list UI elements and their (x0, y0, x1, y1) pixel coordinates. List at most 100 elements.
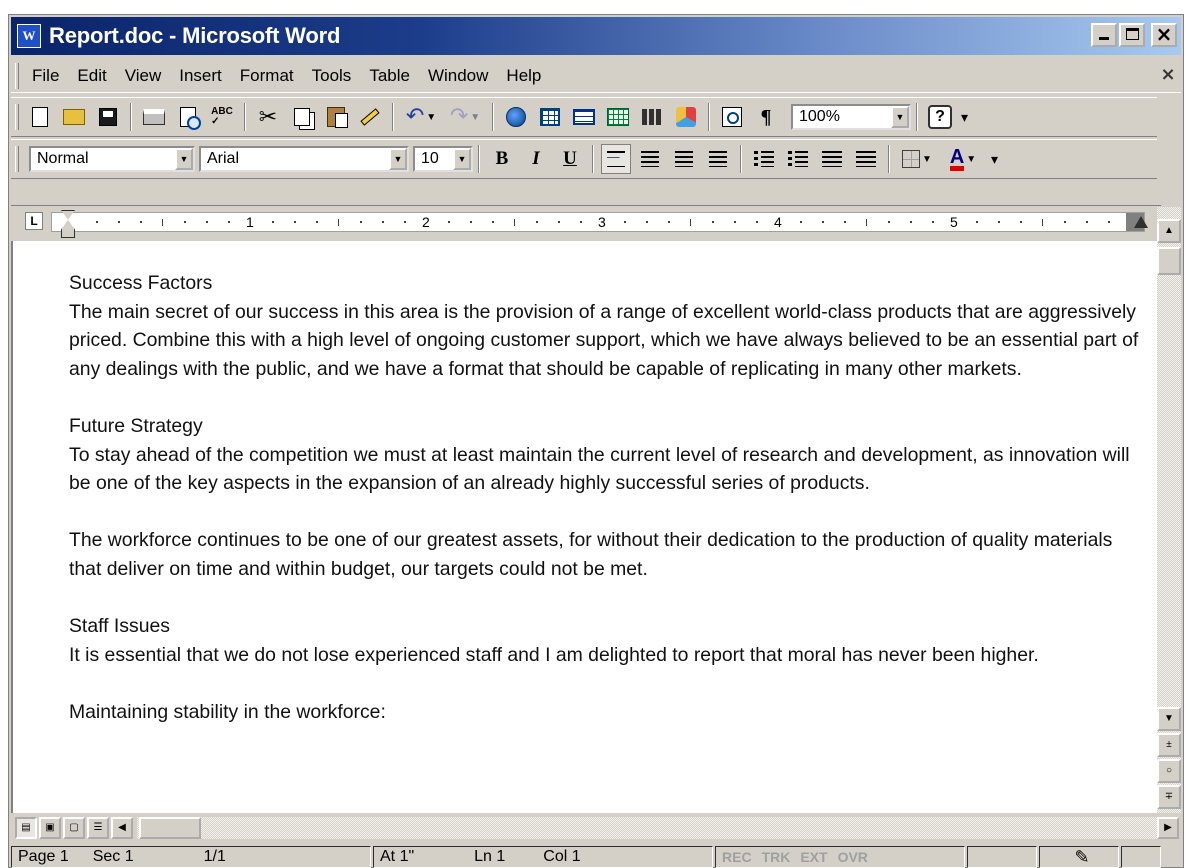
close-button[interactable]: × (1151, 22, 1177, 47)
menu-view[interactable]: View (116, 66, 171, 86)
insert-table-button[interactable] (569, 102, 599, 132)
horizontal-ruler[interactable]: L 1 2 3 4 5 (11, 205, 1161, 239)
paragraph-text[interactable]: The main secret of our success in this a… (69, 301, 1138, 380)
chevron-down-icon[interactable]: ▼ (891, 106, 909, 128)
menubar-grip[interactable] (15, 62, 19, 89)
show-hide-button[interactable]: ¶ (751, 102, 781, 132)
spelling-status-cell[interactable]: ✎ (1039, 846, 1119, 868)
justify-button[interactable] (703, 144, 733, 174)
bullets-button[interactable] (783, 144, 813, 174)
status-mode-rec[interactable]: REC (722, 849, 752, 865)
menu-help[interactable]: Help (497, 66, 550, 86)
document-paragraph[interactable]: Success Factors The main secret of our su… (69, 269, 1149, 383)
menu-window[interactable]: Window (419, 66, 497, 86)
next-page-button[interactable]: ∓ (1157, 785, 1181, 809)
borders-button[interactable]: ▼ (897, 144, 937, 174)
new-document-button[interactable] (25, 102, 55, 132)
bold-button[interactable]: B (487, 144, 517, 174)
select-browse-object-button[interactable]: ○ (1157, 759, 1181, 783)
section-heading[interactable]: Staff Issues (69, 612, 1149, 641)
font-color-button[interactable]: A ▼ (941, 144, 985, 174)
maximize-button[interactable] (1119, 23, 1145, 47)
redo-button[interactable]: ↷ ▼ (445, 102, 485, 132)
document-text[interactable]: Success Factors The main secret of our su… (69, 269, 1149, 755)
print-button[interactable] (139, 102, 169, 132)
chevron-down-icon[interactable]: ▼ (389, 148, 407, 170)
scroll-down-button[interactable]: ▼ (1157, 707, 1181, 731)
web-layout-view-button[interactable]: ▣ (39, 817, 61, 839)
scroll-left-button[interactable]: ◀ (111, 817, 133, 839)
menu-file[interactable]: File (23, 66, 68, 86)
outline-view-button[interactable]: ☰ (87, 817, 109, 839)
title-bar[interactable]: W Report.doc - Microsoft Word × (11, 17, 1181, 55)
copy-button[interactable] (287, 102, 317, 132)
resize-grip[interactable] (1121, 846, 1161, 868)
spelling-button[interactable]: ABC ✓ (207, 102, 237, 132)
scroll-thumb[interactable] (1157, 247, 1181, 275)
columns-button[interactable] (637, 102, 667, 132)
print-preview-button[interactable] (173, 102, 203, 132)
save-button[interactable] (93, 102, 123, 132)
scroll-up-button[interactable]: ▲ (1157, 219, 1181, 243)
menu-insert[interactable]: Insert (170, 66, 231, 86)
font-select[interactable]: Arial ▼ (199, 146, 409, 172)
close-document-icon[interactable]: × (1157, 64, 1179, 86)
toolbar-options-icon[interactable]: ▾ (991, 151, 998, 168)
font-size-select[interactable]: 10 ▼ (413, 146, 473, 172)
tab-selector[interactable]: L (25, 212, 43, 230)
document-area[interactable]: Success Factors The main secret of our su… (11, 241, 1161, 813)
underline-button[interactable]: U (555, 144, 585, 174)
paragraph-text[interactable]: The workforce continues to be one of our… (69, 529, 1112, 580)
document-paragraph[interactable]: Staff Issues It is essential that we do n… (69, 612, 1149, 669)
cut-button[interactable]: ✂ (253, 102, 283, 132)
document-map-button[interactable] (717, 102, 747, 132)
status-mode-ovr[interactable]: OVR (838, 849, 868, 865)
zoom-select[interactable]: 100% ▼ (791, 104, 911, 130)
paragraph-text[interactable]: To stay ahead of the competition we must… (69, 444, 1130, 495)
normal-view-button[interactable]: ▤ (15, 817, 37, 839)
increase-indent-button[interactable] (851, 144, 881, 174)
document-paragraph[interactable]: The workforce continues to be one of our… (69, 526, 1149, 583)
document-paragraph[interactable]: Maintaining stability in the workforce: (69, 698, 1149, 727)
section-heading[interactable]: Success Factors (69, 269, 1149, 298)
paragraph-text[interactable]: It is essential that we do not lose expe… (69, 644, 1039, 666)
previous-page-button[interactable]: ± (1157, 733, 1181, 757)
center-button[interactable] (635, 144, 665, 174)
toolbar-grip[interactable] (15, 104, 19, 130)
menu-format[interactable]: Format (231, 66, 303, 86)
horizontal-scroll-thumb[interactable] (139, 817, 201, 839)
insert-hyperlink-button[interactable] (501, 102, 531, 132)
italic-button[interactable]: I (521, 144, 551, 174)
scroll-right-button[interactable]: ▶ (1157, 817, 1179, 839)
toolbar-options-icon[interactable]: ▾ (961, 109, 968, 126)
help-button[interactable]: ? (925, 102, 955, 132)
horizontal-scroll-track[interactable] (137, 817, 1157, 839)
section-heading[interactable]: Future Strategy (69, 412, 1149, 441)
align-left-button[interactable] (601, 144, 631, 174)
menu-table[interactable]: Table (360, 66, 419, 86)
undo-button[interactable]: ↶ ▼ (401, 102, 441, 132)
chevron-down-icon[interactable]: ▼ (175, 148, 193, 170)
toolbar-grip[interactable] (15, 146, 19, 172)
align-right-button[interactable] (669, 144, 699, 174)
indent-marker[interactable] (61, 210, 75, 238)
document-paragraph[interactable]: Future Strategy To stay ahead of the comp… (69, 412, 1149, 498)
chevron-down-icon[interactable]: ▼ (453, 148, 471, 170)
format-painter-button[interactable] (355, 102, 385, 132)
paragraph-text[interactable]: Maintaining stability in the workforce: (69, 701, 386, 723)
decrease-indent-button[interactable] (817, 144, 847, 174)
vertical-scrollbar[interactable]: ▲ ▼ ± ○ ∓ (1157, 207, 1181, 813)
open-button[interactable] (59, 102, 89, 132)
minimize-button[interactable] (1091, 23, 1117, 47)
style-select[interactable]: Normal ▼ (29, 146, 195, 172)
right-indent-marker[interactable] (1134, 216, 1148, 228)
ruler-strip[interactable]: 1 2 3 4 5 (51, 212, 1145, 232)
menu-tools[interactable]: Tools (303, 66, 361, 86)
insert-excel-button[interactable] (603, 102, 633, 132)
tables-borders-button[interactable] (535, 102, 565, 132)
numbering-button[interactable] (749, 144, 779, 174)
word-app-icon[interactable]: W (17, 24, 41, 48)
paste-button[interactable] (321, 102, 351, 132)
menu-edit[interactable]: Edit (68, 66, 115, 86)
status-mode-trk[interactable]: TRK (762, 849, 791, 865)
